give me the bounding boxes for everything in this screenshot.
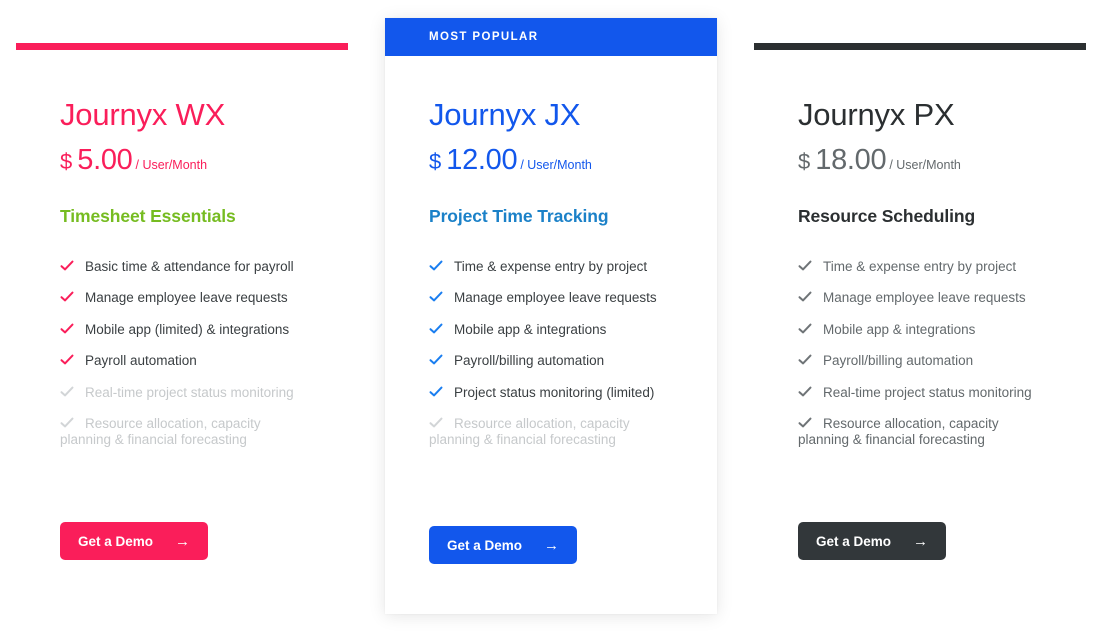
feature-label: Basic time & attendance for payroll — [85, 258, 294, 274]
button-label: Get a Demo — [447, 537, 523, 553]
feature-label: Resource allocation, capacity — [823, 416, 999, 432]
feature-item: Real-time project status monitoring — [798, 385, 1042, 401]
price-period: / User/Month — [520, 157, 592, 172]
price-amount: 5.00 — [77, 143, 133, 176]
feature-list: Time & expense entry by project Manage e… — [798, 259, 1042, 449]
feature-item: Payroll automation — [60, 353, 304, 369]
feature-label: Mobile app & integrations — [823, 321, 976, 337]
price-currency: $ — [60, 148, 73, 174]
pricing-card-jx: MOST POPULAR Journyx JX $ 12.00 / User/M… — [385, 18, 717, 614]
check-icon — [429, 353, 443, 367]
feature-item: Payroll/billing automation — [798, 353, 1042, 369]
check-icon — [798, 416, 812, 430]
plan-tagline: Resource Scheduling — [798, 205, 976, 226]
plan-name: Journyx PX — [798, 97, 955, 132]
feature-label: Resource allocation, capacity — [85, 416, 261, 432]
check-icon — [60, 290, 74, 304]
price-period: / User/Month — [889, 157, 961, 172]
feature-item: Resource allocation, capacity planning &… — [798, 416, 1042, 448]
most-popular-label: MOST POPULAR — [429, 31, 539, 43]
plan-name: Journyx WX — [60, 97, 226, 132]
feature-label: Time & expense entry by project — [823, 258, 1017, 274]
feature-label: Real-time project status monitoring — [85, 384, 294, 400]
feature-item: Manage employee leave requests — [798, 290, 1042, 306]
price-period: / User/Month — [135, 157, 208, 172]
check-icon — [60, 353, 74, 367]
plan-price: $ 12.00 / User/Month — [429, 144, 673, 177]
feature-item: Project status monitoring (limited) — [429, 385, 673, 401]
card-accent-bar — [754, 43, 1086, 50]
check-icon — [429, 416, 443, 430]
feature-label: Resource allocation, capacity — [454, 416, 630, 432]
price-amount: 12.00 — [446, 143, 518, 176]
feature-label: Mobile app (limited) & integrations — [85, 321, 290, 337]
button-label: Get a Demo — [816, 533, 892, 549]
button-label: Get a Demo — [78, 533, 154, 549]
feature-label-line2: planning & financial forecasting — [429, 432, 616, 448]
feature-label: Payroll/billing automation — [454, 353, 605, 369]
feature-item: Mobile app & integrations — [798, 322, 1042, 338]
check-icon — [429, 322, 443, 336]
feature-label: Time & expense entry by project — [454, 258, 648, 274]
pricing-card-wx: Journyx WX $ 5.00 / User/Month Timesheet… — [16, 0, 348, 636]
plan-tagline: Project Time Tracking — [429, 205, 609, 226]
plan-name: Journyx JX — [429, 97, 581, 132]
feature-item-disabled: Real-time project status monitoring — [60, 385, 304, 401]
price-amount: 18.00 — [815, 143, 887, 176]
feature-label: Manage employee leave requests — [85, 290, 288, 306]
most-popular-banner: MOST POPULAR — [385, 18, 717, 56]
feature-label: Payroll automation — [85, 353, 197, 369]
pricing-card-px: Journyx PX $ 18.00 / User/Month Resource… — [754, 0, 1086, 636]
feature-label-line2: planning & financial forecasting — [798, 432, 985, 448]
feature-label: Manage employee leave requests — [823, 290, 1026, 306]
plan-tagline: Timesheet Essentials — [60, 205, 236, 226]
feature-item-disabled: Resource allocation, capacity planning &… — [429, 416, 673, 448]
check-icon — [798, 353, 812, 367]
arrow-right-icon: → — [913, 532, 929, 550]
feature-label: Real-time project status monitoring — [823, 384, 1032, 400]
feature-label-line2: planning & financial forecasting — [60, 432, 247, 448]
feature-label: Payroll/billing automation — [823, 353, 974, 369]
feature-item: Mobile app (limited) & integrations — [60, 322, 304, 338]
feature-list: Basic time & attendance for payroll Mana… — [60, 259, 304, 449]
get-a-demo-button[interactable]: Get a Demo → — [429, 526, 578, 564]
get-a-demo-button[interactable]: Get a Demo → — [60, 522, 209, 560]
get-a-demo-button[interactable]: Get a Demo → — [798, 522, 947, 560]
check-icon — [798, 385, 812, 399]
feature-label: Manage employee leave requests — [454, 290, 657, 306]
feature-item-disabled: Resource allocation, capacity planning &… — [60, 416, 304, 448]
arrow-right-icon: → — [544, 536, 560, 554]
check-icon — [798, 322, 812, 336]
price-currency: $ — [798, 148, 811, 174]
arrow-right-icon: → — [175, 532, 191, 550]
check-icon — [60, 259, 74, 273]
plan-price: $ 18.00 / User/Month — [798, 144, 1042, 177]
feature-item: Basic time & attendance for payroll — [60, 259, 304, 275]
feature-item: Manage employee leave requests — [429, 290, 673, 306]
check-icon — [429, 259, 443, 273]
feature-item: Manage employee leave requests — [60, 290, 304, 306]
feature-label: Project status monitoring (limited) — [454, 384, 655, 400]
card-accent-bar — [16, 43, 348, 50]
price-currency: $ — [429, 148, 442, 174]
feature-item: Mobile app & integrations — [429, 322, 673, 338]
pricing-table: Journyx WX $ 5.00 / User/Month Timesheet… — [0, 0, 1108, 636]
feature-item: Time & expense entry by project — [429, 259, 673, 275]
check-icon — [429, 385, 443, 399]
feature-list: Time & expense entry by project Manage e… — [429, 259, 673, 449]
feature-item: Payroll/billing automation — [429, 353, 673, 369]
feature-label: Mobile app & integrations — [454, 321, 607, 337]
check-icon — [798, 290, 812, 304]
check-icon — [429, 290, 443, 304]
check-icon — [60, 385, 74, 399]
check-icon — [60, 322, 74, 336]
plan-price: $ 5.00 / User/Month — [60, 144, 304, 177]
check-icon — [60, 416, 74, 430]
feature-item: Time & expense entry by project — [798, 259, 1042, 275]
check-icon — [798, 259, 812, 273]
